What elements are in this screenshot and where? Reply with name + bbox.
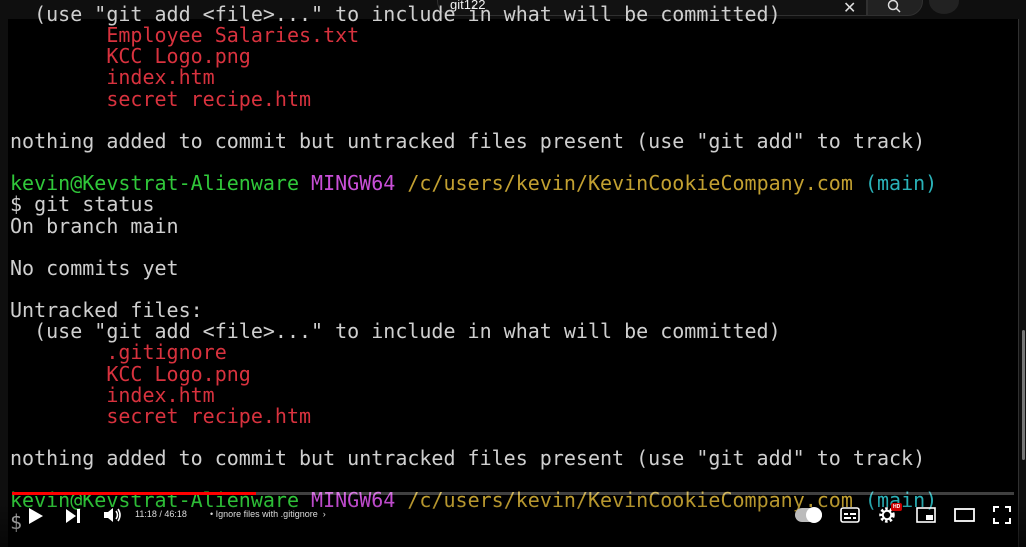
- chapter-title[interactable]: • Ignore files with .gitignore ›: [210, 509, 326, 519]
- play-icon[interactable]: [28, 507, 44, 525]
- volume-icon[interactable]: [103, 506, 123, 524]
- prompt-env: MINGW64: [311, 171, 396, 196]
- autoplay-knob: [806, 507, 822, 523]
- terminal-line: (use "git add <file>..." to include in w…: [10, 319, 781, 344]
- player-controls: [0, 497, 1026, 547]
- page-scrollbar-thumb[interactable]: [1022, 330, 1025, 460]
- terminal-line: index.htm: [10, 382, 215, 407]
- page-scrollbar[interactable]: [1020, 19, 1026, 547]
- prompt-branch: (main): [864, 171, 938, 196]
- terminal-line: secret recipe.htm: [10, 403, 312, 428]
- terminal-line: .gitignore: [10, 340, 227, 365]
- progress-played: [12, 492, 257, 495]
- search-icon: [887, 0, 901, 13]
- prompt-path: /c/users/kevin/KevinCookieCompany.com: [407, 171, 853, 196]
- next-icon[interactable]: [65, 508, 81, 524]
- terminal-line: KCC Logo.png: [10, 361, 251, 386]
- subtitles-icon[interactable]: [840, 507, 860, 523]
- terminal-window: (use "git add <file>..." to include in w…: [8, 4, 1019, 547]
- search-button[interactable]: [867, 0, 923, 16]
- terminal-line: No commits yet: [10, 255, 179, 280]
- voice-search-button[interactable]: [929, 0, 959, 14]
- hd-badge: HD: [891, 503, 903, 511]
- terminal-line: KCC Logo.png: [10, 44, 251, 69]
- terminal-line: index.htm: [10, 65, 215, 90]
- time-display: 11:18 / 46:18: [135, 509, 187, 519]
- terminal-line: nothing added to commit but untracked fi…: [10, 446, 926, 471]
- terminal-line: Employee Salaries.txt: [10, 23, 360, 48]
- miniplayer-icon[interactable]: [916, 507, 936, 523]
- theater-icon[interactable]: [954, 508, 975, 522]
- terminal-line: secret recipe.htm: [10, 86, 312, 111]
- chapter-label: Ignore files with .gitignore: [215, 509, 318, 519]
- terminal-line: $ git status: [10, 192, 155, 217]
- terminal-line: nothing added to commit but untracked fi…: [10, 128, 926, 153]
- terminal-line: (use "git add <file>..." to include in w…: [10, 2, 781, 26]
- clear-search-icon[interactable]: ✕: [843, 0, 856, 17]
- terminal-prompt: kevin@Kevstrat-Alienware MINGW64 /c/user…: [10, 173, 937, 194]
- terminal-line: Untracked files:: [10, 298, 203, 323]
- terminal-line: On branch main: [10, 213, 179, 238]
- fullscreen-icon[interactable]: [993, 506, 1011, 524]
- progress-bar[interactable]: [12, 492, 1014, 495]
